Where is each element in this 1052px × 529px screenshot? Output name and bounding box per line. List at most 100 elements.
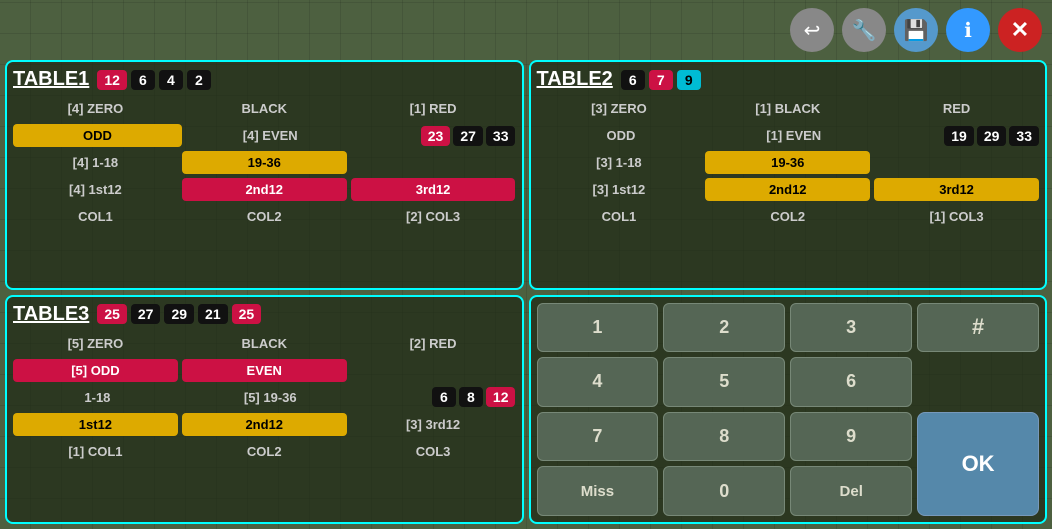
t3-even[interactable]: EVEN <box>182 359 347 382</box>
t2-3rd12[interactable]: 3rd12 <box>874 178 1039 201</box>
t3-empty1 <box>351 366 516 374</box>
t3-black: BLACK <box>182 332 347 355</box>
table1-badge-0: 12 <box>97 70 127 90</box>
table3-row-2: 1-18 [5] 19-36 6 8 12 <box>13 386 516 409</box>
numpad-1[interactable]: 1 <box>537 303 659 353</box>
t1-num23: 23 <box>421 126 451 146</box>
table1-header: TABLE1 12 6 4 2 <box>13 68 516 91</box>
numpad-3[interactable]: 3 <box>790 303 912 353</box>
t1-3rd12[interactable]: 3rd12 <box>351 178 516 201</box>
numpad-9[interactable]: 9 <box>790 412 912 462</box>
t3-num12: 12 <box>486 387 516 407</box>
t3-118: 1-18 <box>13 386 182 409</box>
toolbar: ↩ 🔧 💾 ℹ ✕ <box>790 8 1042 52</box>
t1-col2: COL2 <box>182 205 347 228</box>
table2-row-0: [3] ZERO [1] BLACK RED <box>537 97 1040 120</box>
table3-badge-0: 25 <box>97 304 127 324</box>
t2-num29: 29 <box>977 126 1007 146</box>
table3-panel: TABLE3 25 27 29 21 25 [5] ZERO BLACK [2]… <box>5 295 524 525</box>
t1-1936[interactable]: 19-36 <box>182 151 347 174</box>
table3-badge-3: 21 <box>198 304 228 324</box>
t2-col1: COL1 <box>537 205 702 228</box>
t3-odd[interactable]: [5] ODD <box>13 359 178 382</box>
back-button[interactable]: ↩ <box>790 8 834 52</box>
table3-badge-2: 29 <box>164 304 194 324</box>
numpad-0[interactable]: 0 <box>663 466 785 516</box>
table3-header: TABLE3 25 27 29 21 25 <box>13 303 516 326</box>
table2-row-1: ODD [1] EVEN 19 29 33 <box>537 124 1040 147</box>
t2-118: [3] 1-18 <box>537 151 702 174</box>
table3-row-3: 1st12 2nd12 [3] 3rd12 <box>13 413 516 436</box>
t1-empty <box>351 159 516 167</box>
t3-col3: COL3 <box>351 440 516 463</box>
t2-col3: [1] COL3 <box>874 205 1039 228</box>
table3-row-0: [5] ZERO BLACK [2] RED <box>13 332 516 355</box>
numpad-area: 1 2 3 # 4 5 6 7 8 9 OK Miss 0 Del <box>529 295 1048 525</box>
t1-odd[interactable]: ODD <box>13 124 182 147</box>
t3-col1: [1] COL1 <box>13 440 178 463</box>
numpad-8[interactable]: 8 <box>663 412 785 462</box>
table2-panel: TABLE2 6 7 9 [3] ZERO [1] BLACK RED ODD … <box>529 60 1048 290</box>
t3-num8: 8 <box>459 387 483 407</box>
numpad-ok[interactable]: OK <box>917 412 1039 516</box>
table3-row-4: [1] COL1 COL2 COL3 <box>13 440 516 463</box>
t2-1936[interactable]: 19-36 <box>705 151 870 174</box>
numpad-4[interactable]: 4 <box>537 357 659 407</box>
numpad-2[interactable]: 2 <box>663 303 785 353</box>
table1-row-2: [4] 1-18 19-36 <box>13 151 516 174</box>
close-button[interactable]: ✕ <box>998 8 1042 52</box>
numpad-5[interactable]: 5 <box>663 357 785 407</box>
table2-header: TABLE2 6 7 9 <box>537 68 1040 91</box>
table2-badge-1: 7 <box>649 70 673 90</box>
t1-118: [4] 1-18 <box>13 151 178 174</box>
table1-row-0: [4] ZERO BLACK [1] RED <box>13 97 516 120</box>
numpad-6[interactable]: 6 <box>790 357 912 407</box>
table3-row-1: [5] ODD EVEN <box>13 359 516 382</box>
numpad-hash[interactable]: # <box>917 303 1039 353</box>
info-button[interactable]: ℹ <box>946 8 990 52</box>
table1-badge-1: 6 <box>131 70 155 90</box>
table1-title: TABLE1 <box>13 68 89 91</box>
table1-row-1: ODD [4] EVEN 23 27 33 <box>13 124 516 147</box>
t2-num33: 33 <box>1009 126 1039 146</box>
table1-row-4: COL1 COL2 [2] COL3 <box>13 205 516 228</box>
t1-black: BLACK <box>182 97 347 120</box>
t1-even: [4] EVEN <box>186 124 355 147</box>
table2-row-3: [3] 1st12 2nd12 3rd12 <box>537 178 1040 201</box>
t3-col2: COL2 <box>182 440 347 463</box>
t3-2nd12[interactable]: 2nd12 <box>182 413 347 436</box>
table1-badge-3: 2 <box>187 70 211 90</box>
t2-1st12: [3] 1st12 <box>537 178 702 201</box>
table1-panel: TABLE1 12 6 4 2 [4] ZERO BLACK [1] RED O… <box>5 60 524 290</box>
table1-row-3: [4] 1st12 2nd12 3rd12 <box>13 178 516 201</box>
t2-zero: [3] ZERO <box>537 97 702 120</box>
t2-odd: ODD <box>537 124 706 147</box>
table2-badge-0: 6 <box>621 70 645 90</box>
t1-col1: COL1 <box>13 205 178 228</box>
numpad-miss[interactable]: Miss <box>537 466 659 516</box>
t3-red: [2] RED <box>351 332 516 355</box>
t1-col3: [2] COL3 <box>351 205 516 228</box>
t2-2nd12[interactable]: 2nd12 <box>705 178 870 201</box>
t2-num19: 19 <box>944 126 974 146</box>
numpad-del[interactable]: Del <box>790 466 912 516</box>
t2-even: [1] EVEN <box>709 124 878 147</box>
t1-red: [1] RED <box>351 97 516 120</box>
t3-zero: [5] ZERO <box>13 332 178 355</box>
t3-num6: 6 <box>432 387 456 407</box>
t2-col2: COL2 <box>705 205 870 228</box>
table1-badge-2: 4 <box>159 70 183 90</box>
t3-1st12[interactable]: 1st12 <box>13 413 178 436</box>
table2-row-2: [3] 1-18 19-36 <box>537 151 1040 174</box>
t1-1st12: [4] 1st12 <box>13 178 178 201</box>
save-button[interactable]: 💾 <box>894 8 938 52</box>
t2-red: RED <box>874 97 1039 120</box>
t1-2nd12[interactable]: 2nd12 <box>182 178 347 201</box>
t1-num33: 33 <box>486 126 516 146</box>
t3-1936: [5] 19-36 <box>186 386 355 409</box>
t3-3rd12: [3] 3rd12 <box>351 413 516 436</box>
table2-badge-2: 9 <box>677 70 701 90</box>
wrench-button[interactable]: 🔧 <box>842 8 886 52</box>
table3-title: TABLE3 <box>13 303 89 326</box>
numpad-7[interactable]: 7 <box>537 412 659 462</box>
